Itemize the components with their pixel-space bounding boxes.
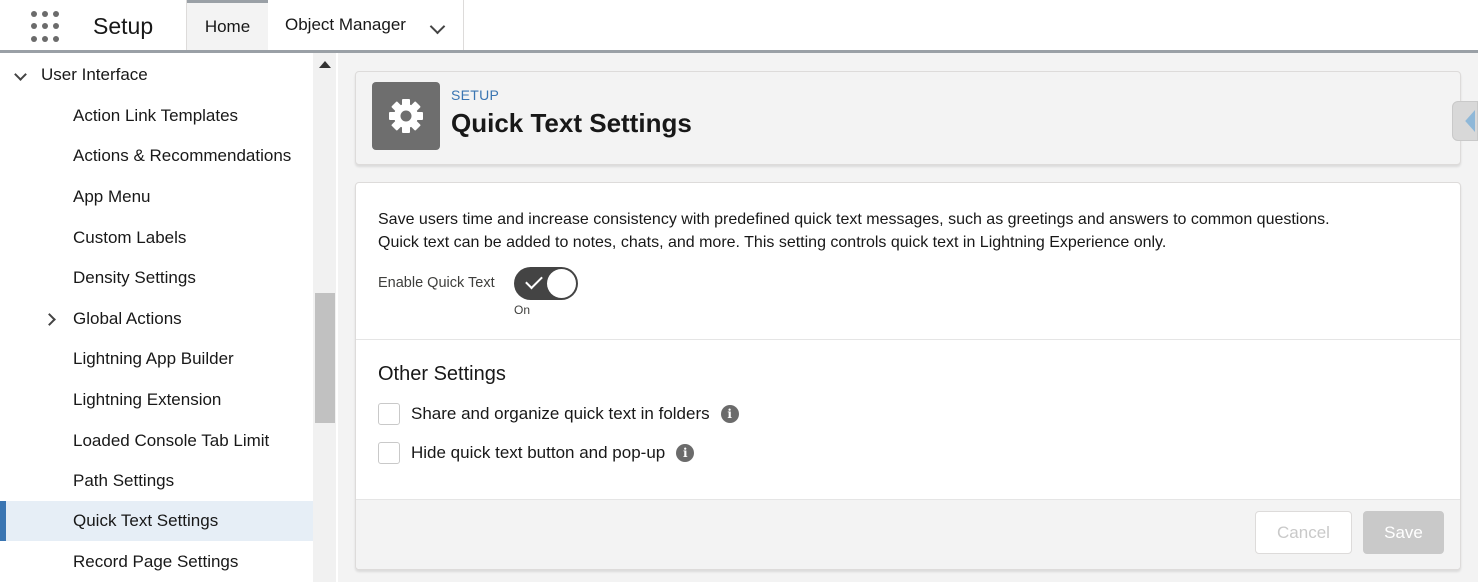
share-folders-label: Share and organize quick text in folders [411, 404, 710, 423]
other-settings-heading: Other Settings [378, 363, 506, 385]
enable-quick-text-label: Enable Quick Text [378, 275, 495, 291]
share-folders-option: Share and organize quick text in folders… [378, 403, 739, 425]
sidebar-item-label: Global Actions [73, 309, 182, 328]
gear-icon [372, 82, 440, 150]
hide-button-option: Hide quick text button and pop-up i [378, 442, 695, 464]
sidebar-item-lightning-extension[interactable]: Lightning Extension [0, 380, 313, 420]
sidebar-item-action-link-templates[interactable]: Action Link Templates [0, 96, 313, 136]
sidebar-item-label: Quick Text Settings [73, 511, 219, 530]
tab-home[interactable]: Home [187, 0, 268, 50]
settings-description: Save users time and increase consistency… [378, 208, 1438, 254]
sidebar-item-path-settings[interactable]: Path Settings [0, 461, 313, 501]
scroll-up-arrow-icon[interactable] [319, 61, 331, 68]
sidebar-item-label: Lightning Extension [73, 390, 222, 409]
toggle-knob [547, 269, 576, 298]
app-launcher-icon[interactable] [31, 11, 63, 43]
tab-object-manager[interactable]: Object Manager [268, 0, 464, 50]
hide-button-label: Hide quick text button and pop-up [411, 443, 666, 462]
sidebar-item-label: Custom Labels [73, 228, 187, 247]
sidebar-item-label: Density Settings [73, 268, 196, 287]
sidebar-item-loaded-console-tab-limit[interactable]: Loaded Console Tab Limit [0, 421, 313, 461]
sidebar-item-quick-text-settings[interactable]: Quick Text Settings [0, 501, 313, 541]
sidebar-item-user-interface[interactable]: User Interface [0, 55, 313, 95]
info-icon[interactable]: i [720, 405, 739, 423]
sidebar-item-label: Path Settings [73, 471, 175, 490]
page-eyebrow: SETUP [451, 87, 500, 103]
global-header: Setup Home Object Manager [0, 0, 1478, 53]
setup-sidebar: User Interface Action Link Templates Act… [0, 53, 336, 582]
toggle-state-label: On [514, 303, 531, 317]
sidebar-item-label: Action Link Templates [73, 106, 239, 125]
enable-quick-text-toggle[interactable] [514, 267, 578, 300]
sidebar-item-label: Record Page Settings [73, 552, 239, 571]
main-content: SETUP Quick Text Settings Save users tim… [338, 53, 1478, 582]
chevron-down-icon[interactable] [429, 18, 446, 35]
sidebar-item-label: Actions & Recommendations [73, 146, 292, 165]
sidebar-item-label: Lightning App Builder [73, 349, 234, 368]
sidebar-item-label: App Menu [73, 187, 151, 206]
page-title: Quick Text Settings [451, 108, 692, 138]
sidebar-item-record-page-settings[interactable]: Record Page Settings [0, 542, 313, 582]
sidebar-item-custom-labels[interactable]: Custom Labels [0, 218, 313, 258]
chevron-down-icon[interactable] [14, 68, 27, 81]
share-folders-checkbox[interactable] [378, 403, 400, 425]
sidebar-item-app-menu[interactable]: App Menu [0, 177, 313, 217]
sidebar-scrollbar[interactable] [313, 53, 336, 582]
cancel-button[interactable]: Cancel [1255, 511, 1352, 554]
sidebar-item-label: User Interface [41, 65, 148, 84]
settings-card: Save users time and increase consistency… [355, 182, 1461, 570]
form-footer: Cancel Save [356, 499, 1460, 569]
page-header: SETUP Quick Text Settings [355, 71, 1461, 165]
chevron-right-icon[interactable] [43, 313, 56, 326]
sidebar-item-density-settings[interactable]: Density Settings [0, 258, 313, 298]
info-icon[interactable]: i [676, 444, 695, 462]
description-line-1: Save users time and increase consistency… [378, 211, 1330, 228]
save-button[interactable]: Save [1363, 511, 1444, 554]
sidebar-item-lightning-app-builder[interactable]: Lightning App Builder [0, 339, 313, 379]
tab-object-manager-label: Object Manager [285, 15, 406, 34]
sidebar-item-global-actions[interactable]: Global Actions [0, 299, 313, 339]
checkmark-icon [525, 271, 543, 290]
scrollbar-thumb[interactable] [315, 293, 335, 423]
app-name: Setup [93, 13, 154, 39]
sidebar-item-label: Loaded Console Tab Limit [73, 431, 270, 450]
description-line-2: Quick text can be added to notes, chats,… [378, 234, 1167, 251]
side-panel-toggle-icon[interactable] [1452, 101, 1478, 141]
sidebar-item-actions-recommendations[interactable]: Actions & Recommendations [0, 136, 313, 176]
hide-button-checkbox[interactable] [378, 442, 400, 464]
section-divider [356, 339, 1460, 340]
